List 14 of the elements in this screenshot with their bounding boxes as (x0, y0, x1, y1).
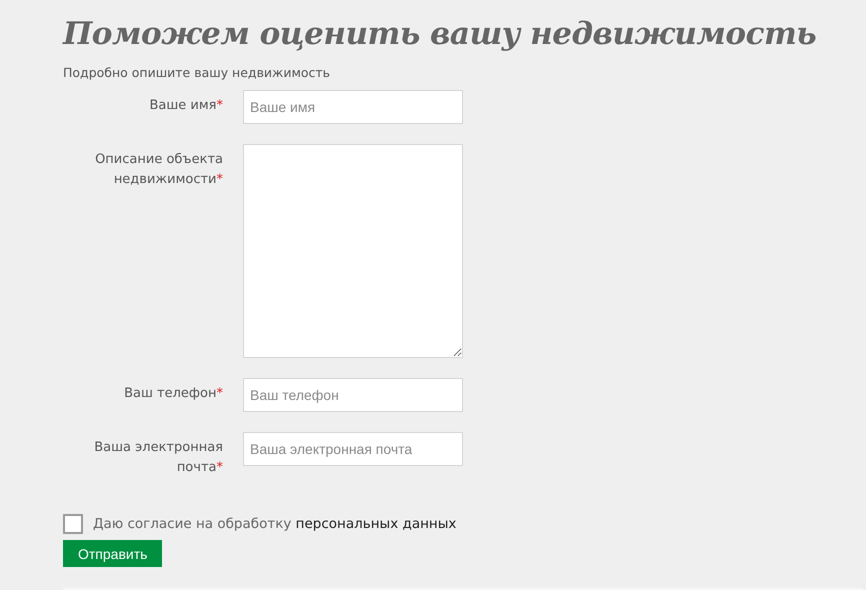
field-label: Ваше имя* (148, 97, 223, 115)
field-label: Ваш телефон* (123, 385, 223, 403)
description-field[interactable] (243, 144, 463, 358)
form-description: Подробно опишите вашу недвижимость (63, 65, 332, 80)
field-label: Описание объекта недвижимости* (94, 151, 223, 189)
consent-label: Даю согласие на обработку персональных данных (93, 516, 456, 532)
page-title: Поможем оценить вашу недвижимость (63, 15, 818, 54)
field-label: Ваша электронная почта* (93, 439, 223, 477)
consent-checkbox[interactable] (63, 514, 83, 534)
input-field[interactable]: Ваш телефон (243, 378, 463, 412)
personal-data-link[interactable]: персональных данных (296, 516, 456, 532)
input-field[interactable]: Ваша электронная почта (243, 432, 463, 466)
submit-button[interactable]: Отправить (63, 540, 162, 567)
input-field[interactable]: Ваше имя (243, 90, 463, 124)
